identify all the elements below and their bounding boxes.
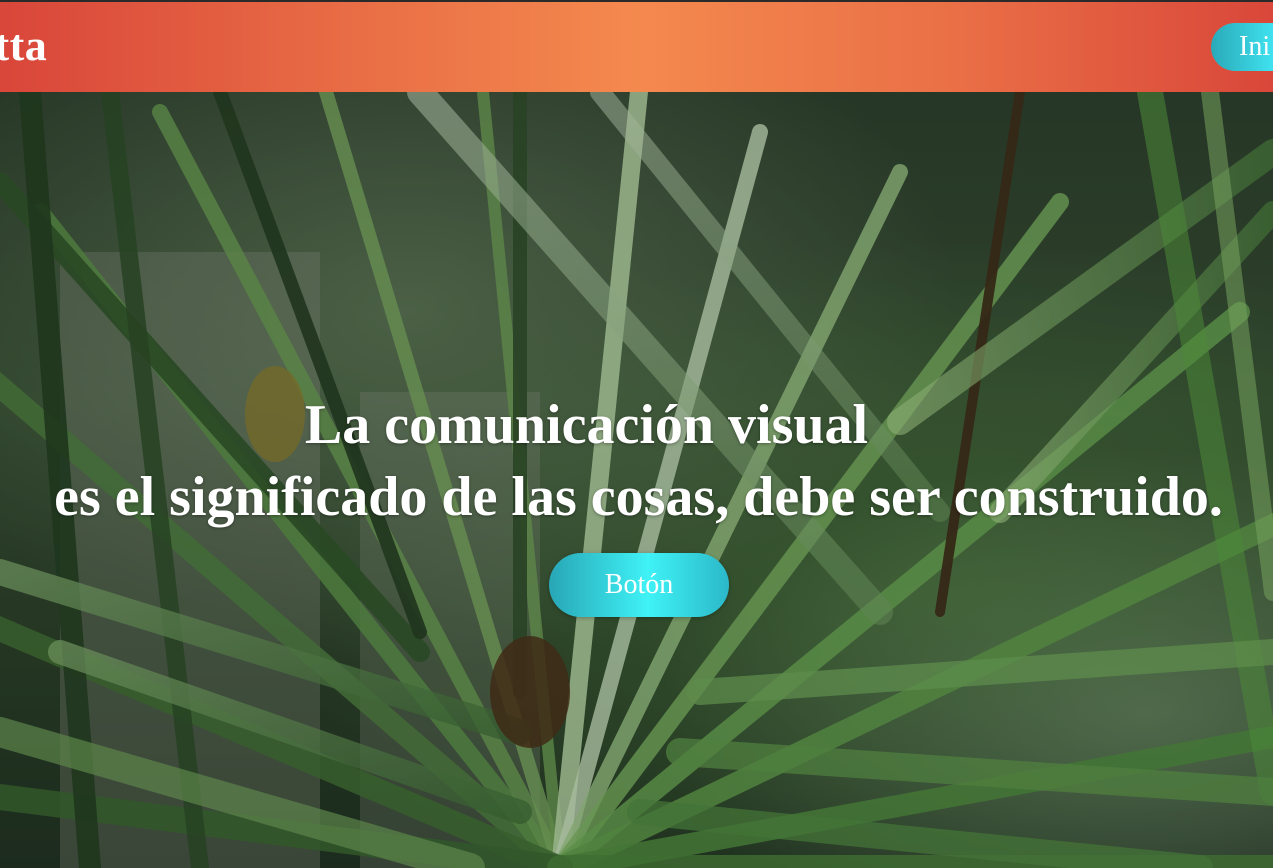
nav-inicio-button[interactable]: Ini bbox=[1211, 23, 1273, 71]
hero-section: La comunicación visual es el significado… bbox=[0, 92, 1273, 868]
page: otta Ini bbox=[0, 0, 1273, 868]
top-border bbox=[0, 0, 1273, 2]
brand-logo-text[interactable]: otta bbox=[0, 20, 47, 71]
hero-headline-line-1: La comunicación visual bbox=[304, 394, 869, 456]
header-bar: otta Ini bbox=[0, 2, 1273, 92]
hero-headline-line-2: es el significado de las cosas, debe ser… bbox=[54, 466, 1223, 528]
hero-cta-button[interactable]: Botón bbox=[549, 553, 729, 617]
